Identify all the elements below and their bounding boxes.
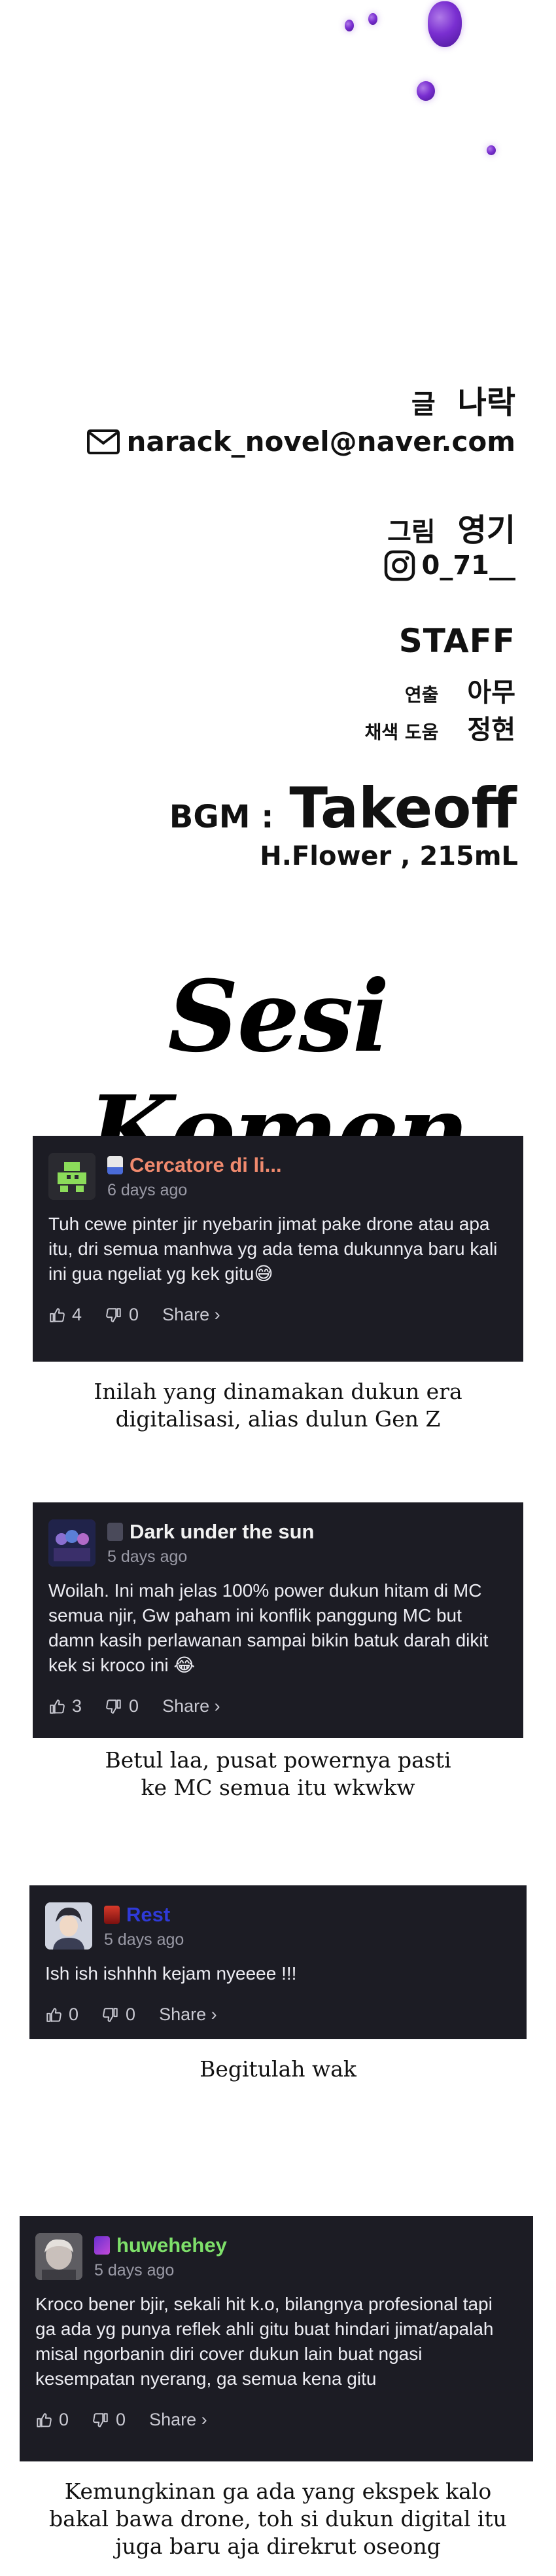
username-text: Dark under the sun <box>130 1519 315 1543</box>
dislike-count: 0 <box>129 1696 139 1716</box>
bgm-credit: BGM : Takeoff <box>169 776 517 841</box>
share-button[interactable]: Share › <box>162 1696 220 1716</box>
username[interactable]: Cercatore di li... <box>107 1153 282 1177</box>
staff-name: 정현 <box>467 715 515 745</box>
caption-line: bakal bawa drone, toh si dukun digital i… <box>49 2506 507 2531</box>
staff-row-directing: 연출 아무 <box>405 671 515 709</box>
dislike-count: 0 <box>126 2005 136 2024</box>
caption-line: Inilah yang dinamakan dukun era <box>94 1379 462 1404</box>
like-button[interactable]: 0 <box>45 2005 78 2025</box>
like-count: 4 <box>72 1305 82 1324</box>
instagram-icon <box>384 550 415 581</box>
thumbs-up-icon <box>50 1307 65 1322</box>
caption: Inilah yang dinamakan dukun era digitali… <box>0 1378 556 1433</box>
username[interactable]: Rest <box>104 1903 184 1927</box>
thumbs-down-icon <box>93 2412 108 2427</box>
staff-role: 채색 도움 <box>364 721 439 743</box>
purple-drop-large <box>428 1 462 47</box>
artist-credit: 그림 영기 <box>387 504 515 550</box>
mail-icon <box>86 429 120 454</box>
caption-line: Kemungkinan ga ada yang ekspek kalo <box>64 2478 492 2504</box>
timestamp: 5 days ago <box>104 1930 184 1949</box>
timestamp: 6 days ago <box>107 1180 188 1199</box>
dislike-count: 0 <box>116 2410 126 2429</box>
bgm-label: BGM : <box>169 799 274 835</box>
comment-card: Dark under the sun 5 days ago Woilah. In… <box>33 1502 523 1738</box>
writer-credit: 글 나락 <box>411 376 515 422</box>
like-button[interactable]: 4 <box>48 1305 82 1325</box>
writer-name: 나락 <box>457 384 515 421</box>
staff-name: 아무 <box>467 678 515 708</box>
like-count: 0 <box>69 2005 79 2024</box>
caption: Kemungkinan ga ada yang ekspek kalo baka… <box>0 2478 556 2560</box>
like-count: 0 <box>59 2410 69 2429</box>
bgm-artist: H.Flower , 215mL <box>260 841 518 871</box>
artist-label: 그림 <box>387 517 436 547</box>
avatar[interactable] <box>48 1519 96 1567</box>
like-button[interactable]: 3 <box>48 1696 82 1716</box>
writer-label: 글 <box>411 390 436 420</box>
comment-card: huwehehey 5 days ago Kroco bener bjir, s… <box>20 2216 533 2461</box>
badge-icon <box>94 2236 110 2255</box>
staff-role: 연출 <box>404 684 439 706</box>
dislike-button[interactable]: 0 <box>105 1305 139 1325</box>
dislike-button[interactable]: 0 <box>92 2410 126 2430</box>
bgm-title: Takeoff <box>289 776 517 841</box>
dislike-button[interactable]: 0 <box>105 1696 139 1716</box>
instagram-credit: 0_71__ <box>384 550 516 581</box>
instagram-handle: 0_71__ <box>421 551 516 581</box>
share-button[interactable]: Share › <box>162 1305 220 1325</box>
comment-text: Tuh cewe pinter jir nyebarin jimat pake … <box>48 1214 498 1284</box>
share-button[interactable]: Share › <box>149 2410 207 2430</box>
thumbs-up-icon <box>46 2007 61 2022</box>
username-text: Rest <box>126 1902 171 1926</box>
email-credit: narack_novel@naver.com <box>86 426 515 458</box>
caption-line: digitalisasi, alias dulun Gen Z <box>115 1406 441 1432</box>
purple-drop-small <box>368 13 377 25</box>
avatar[interactable] <box>45 1902 92 1950</box>
timestamp: 5 days ago <box>107 1547 188 1566</box>
caption-line: Betul laa, pusat powernya pasti <box>105 1747 451 1773</box>
dislike-button[interactable]: 0 <box>102 2005 135 2025</box>
purple-drop-medium <box>417 81 435 101</box>
staff-row-coloring: 채색 도움 정현 <box>365 708 515 746</box>
like-count: 3 <box>72 1696 82 1716</box>
caption-line: Begitulah wak <box>200 2056 356 2082</box>
caption-line: ke MC semua itu wkwkw <box>141 1775 415 1800</box>
email-address: narack_novel@naver.com <box>126 426 515 458</box>
caption-line: juga baru aja direkrut oseong <box>115 2533 441 2559</box>
avatar[interactable] <box>35 2233 82 2280</box>
username[interactable]: Dark under the sun <box>107 1520 315 1544</box>
comment-card: Cercatore di li... 6 days ago Tuh cewe p… <box>33 1136 523 1362</box>
avatar[interactable] <box>48 1153 96 1200</box>
thumbs-down-icon <box>103 2007 118 2022</box>
badge-icon <box>104 1905 120 1924</box>
thumbs-down-icon <box>106 1307 121 1322</box>
artist-name: 영기 <box>457 512 515 549</box>
comment-text: Woilah. Ini mah jelas 100% power dukun h… <box>48 1580 489 1675</box>
username-text: Cercatore di li... <box>130 1153 282 1176</box>
staff-title: STAFF <box>398 622 515 660</box>
comment-text: Ish ish ishhhh kejam nyeeee !!! <box>45 1963 297 1984</box>
purple-drop-small <box>487 145 496 155</box>
thumbs-up-icon <box>50 1699 65 1714</box>
timestamp: 5 days ago <box>94 2260 175 2279</box>
like-button[interactable]: 0 <box>35 2410 69 2430</box>
comment-text: Kroco bener bjir, sekali hit k.o, bilang… <box>35 2294 494 2389</box>
thumbs-up-icon <box>37 2412 52 2427</box>
share-button[interactable]: Share › <box>159 2005 217 2025</box>
comment-card: Rest 5 days ago Ish ish ishhhh kejam nye… <box>29 1885 527 2039</box>
badge-icon <box>107 1155 123 1174</box>
username-text: huwehehey <box>116 2233 227 2257</box>
username[interactable]: huwehehey <box>94 2234 227 2257</box>
purple-drop-small <box>345 20 354 31</box>
thumbs-down-icon <box>106 1699 121 1714</box>
caption: Betul laa, pusat powernya pasti ke MC se… <box>0 1747 556 1802</box>
caption: Begitulah wak <box>0 2056 556 2083</box>
dislike-count: 0 <box>129 1305 139 1324</box>
badge-icon <box>107 1522 123 1541</box>
